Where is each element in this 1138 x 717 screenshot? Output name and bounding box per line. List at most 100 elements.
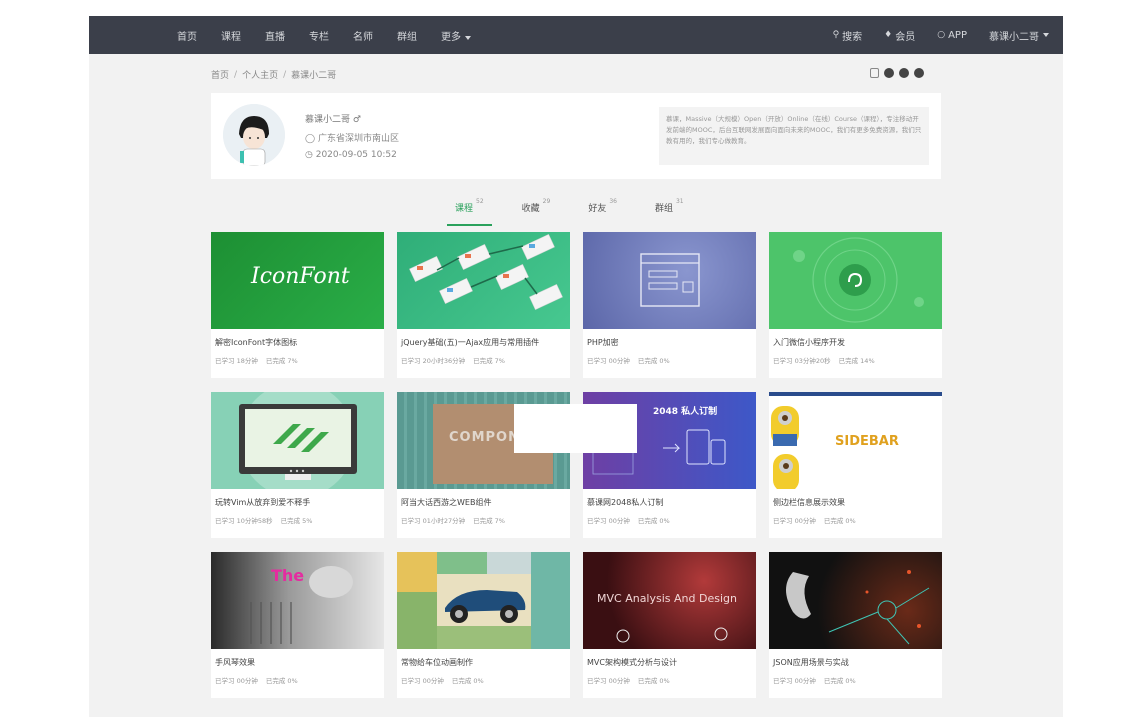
profile-tabs: 课程52 收藏29 好友36 群组31 [447,196,722,226]
course-progress: 已学习 18分钟 已完成 7% [215,355,298,365]
course-done: 已完成 0% [637,517,670,525]
breadcrumb-separator: / [234,69,238,80]
course-title: PHP加密 [587,338,619,347]
thumbnail-text: IconFont [251,264,350,289]
course-done: 已完成 0% [637,357,670,365]
qq-icon[interactable] [899,68,909,78]
course-learned: 已学习 00分钟 [587,517,630,525]
course-progress: 已学习 00分钟 已完成 0% [587,515,670,525]
course-progress: 已学习 00分钟 已完成 0% [587,675,670,685]
nav-groups[interactable]: 群组 [397,28,417,43]
monitor-illustration [239,392,357,489]
course-done: 已完成 7% [265,357,298,365]
profile-location-text: 广东省深圳市南山区 [317,134,399,144]
course-done: 已完成 0% [823,517,856,525]
mvc-illustration [616,627,728,643]
share-icons [870,68,924,78]
nav-column[interactable]: 专栏 [309,28,329,43]
chevron-down-icon [1043,33,1049,37]
course-card[interactable]: SIDEBAR 侧边栏信息展示效果 已学习 00分钟 已完成 0% [769,392,942,538]
course-done: 已完成 0% [637,677,670,685]
nav-live[interactable]: 直播 [265,28,285,43]
flowchart-illustration [409,233,563,311]
chevron-down-icon [465,35,471,40]
course-title: 手风琴效果 [215,658,255,667]
nav-courses[interactable]: 课程 [221,28,241,43]
course-card[interactable]: 常物给车位动画制作 已学习 00分钟 已完成 0% [397,552,570,698]
course-progress: 已学习 00分钟 已完成 0% [773,515,856,525]
course-learned: 已学习 00分钟 [215,677,258,685]
mini-program-illustration [793,237,924,323]
weibo-icon[interactable] [884,68,894,78]
user-menu[interactable]: 慕课小二哥 [989,28,1049,43]
course-thumbnail [769,232,942,329]
course-thumbnail [397,232,570,329]
nav-home[interactable]: 首页 [177,28,197,43]
course-card[interactable]: The 手风琴效果 已学习 00分钟 已完成 0% [211,552,384,698]
course-card[interactable]: 玩转Vim从放弃到爱不释手 已学习 10分钟58秒 已完成 5% [211,392,384,538]
location-pin-icon: ◯ [305,134,316,144]
nav-app[interactable]: ○ APP [937,30,967,41]
course-thumbnail [769,552,942,649]
user-icon[interactable] [870,68,879,78]
course-title: 慕课网2048私人订制 [587,498,664,507]
course-learned: 已学习 03分钟20秒 [773,357,831,365]
tab-label: 好友 [588,204,607,214]
tab-friends[interactable]: 好友36 [588,196,617,220]
course-title: 侧边栏信息展示效果 [773,498,845,507]
course-learned: 已学习 20小时36分钟 [401,357,466,365]
profile-date-text: 2020-09-05 10:52 [315,150,397,160]
course-learned: 已学习 00分钟 [401,677,444,685]
course-title: JSON应用场景与实战 [773,658,849,667]
course-card[interactable]: 入门微信小程序开发 已学习 03分钟20秒 已完成 14% [769,232,942,378]
breadcrumb-separator: / [283,69,287,80]
course-thumbnail [397,552,570,649]
course-progress: 已学习 03分钟20秒 已完成 14% [773,355,875,365]
tab-count: 36 [609,198,617,205]
clock-icon: ◷ [305,150,313,160]
breadcrumb-current: 慕课小二哥 [291,71,337,81]
profile-date: ◷ 2020-09-05 10:52 [305,150,397,160]
nav-more[interactable]: 更多 [441,28,471,43]
course-done: 已完成 5% [280,517,313,525]
course-progress: 已学习 20小时36分钟 已完成 7% [401,355,505,365]
course-card[interactable]: jQuery基础(五)一Ajax应用与常用插件 已学习 20小时36分钟 已完成 … [397,232,570,378]
breadcrumb-profile[interactable]: 个人主页 [242,68,278,81]
course-grid: IconFont 解密IconFont字体图标 已学习 18分钟已完成 7% [211,232,942,698]
top-navbar: 首页 课程 直播 专栏 名师 群组 更多 ⚲ 搜索 ♦ 会员 ○ APP 慕课小二哥 [89,16,1063,54]
course-card[interactable]: JSON应用场景与实战 已学习 00分钟 已完成 0% [769,552,942,698]
course-title: jQuery基础(五)一Ajax应用与常用插件 [401,338,540,347]
course-title: 入门微信小程序开发 [773,338,845,347]
lock-window-illustration [640,253,700,307]
course-learned: 已学习 01小时27分钟 [401,517,466,525]
course-title: MVC架构模式分析与设计 [587,658,677,667]
tab-label: 群组 [654,204,673,214]
tab-favorites[interactable]: 收藏29 [522,196,551,220]
course-learned: 已学习 18分钟 [215,357,258,365]
course-learned: 已学习 00分钟 [773,517,816,525]
course-thumbnail: MVC Analysis And Design [583,552,756,649]
course-progress: 已学习 00分钟 已完成 0% [401,675,484,685]
profile-card: 慕课小二哥 ♂ ◯ 广东省深圳市南山区 ◷ 2020-09-05 10:52 慕… [211,93,941,179]
avatar [223,104,285,166]
breadcrumb: 首页 / 个人主页 / 慕课小二哥 [211,68,337,82]
tab-count: 29 [542,198,551,205]
nav-search[interactable]: ⚲ 搜索 [833,28,863,43]
course-learned: 已学习 10分钟58秒 [215,517,273,525]
course-progress: 已学习 01小时27分钟 已完成 7% [401,515,505,525]
course-learned: 已学习 00分钟 [773,677,816,685]
wechat-icon[interactable] [914,68,924,78]
course-card[interactable]: MVC Analysis And Design MVC架构模式分析与设计 已学习… [583,552,756,698]
nav-member[interactable]: ♦ 会员 [884,28,915,43]
breadcrumb-home[interactable]: 首页 [211,68,229,81]
course-learned: 已学习 00分钟 [587,677,630,685]
course-done: 已完成 0% [823,677,856,685]
thumbnail-text: SIDEBAR [835,434,899,449]
course-card[interactable]: IconFont 解密IconFont字体图标 已学习 18分钟 已完成 7% [211,232,384,378]
tab-label: 课程 [455,204,474,214]
tab-groups[interactable]: 群组31 [655,196,684,220]
course-done: 已完成 7% [473,357,505,365]
tab-courses[interactable]: 课程52 [447,196,492,226]
nav-teachers[interactable]: 名师 [353,28,373,43]
course-card[interactable]: PHP加密 已学习 00分钟 已完成 0% [583,232,756,378]
